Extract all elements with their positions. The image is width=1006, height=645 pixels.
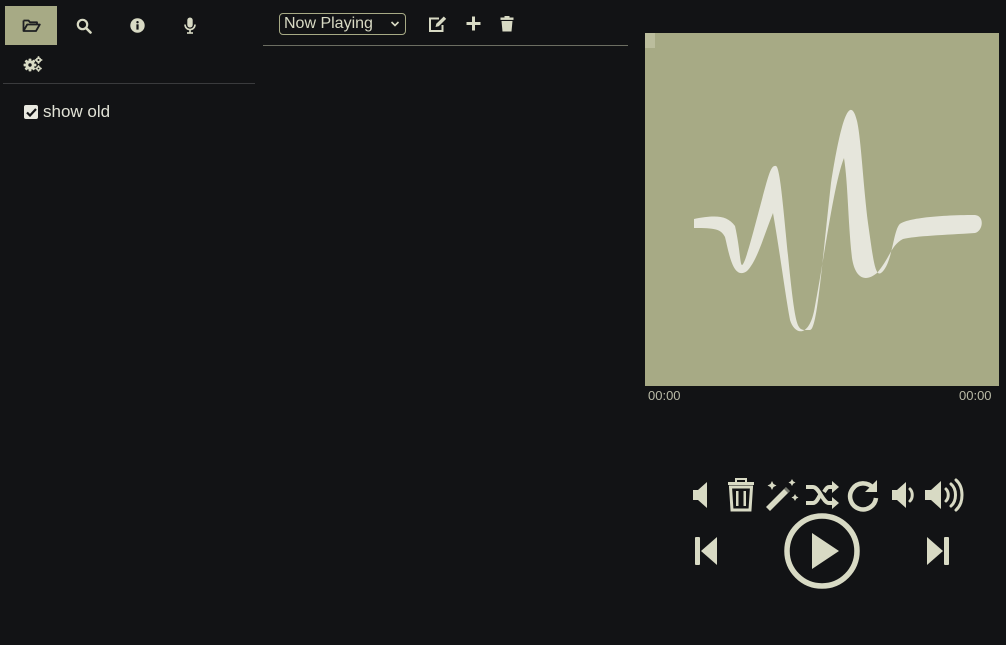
- waveform-icon: [645, 33, 999, 391]
- album-art: [645, 33, 999, 386]
- playlist-select-value: Now Playing: [284, 15, 373, 32]
- shuffle-icon[interactable]: [805, 481, 839, 514]
- chevron-down-icon: [390, 16, 400, 38]
- volume-down-icon[interactable]: [891, 480, 917, 515]
- checkbox-checked-icon[interactable]: [24, 105, 38, 119]
- tab-microphone[interactable]: [164, 6, 216, 45]
- sidebar-tabbar: [5, 6, 217, 45]
- search-icon: [76, 18, 92, 34]
- folder-open-icon: [22, 18, 41, 33]
- album-art-resize-handle[interactable]: [645, 33, 655, 48]
- show-old-label: show old: [43, 102, 111, 121]
- elapsed-time: 00:00: [648, 388, 681, 403]
- trash-icon[interactable]: [500, 16, 514, 37]
- trash-icon[interactable]: [727, 478, 755, 517]
- cogs-icon[interactable]: [23, 56, 43, 72]
- plus-icon[interactable]: [466, 16, 481, 36]
- tab-info[interactable]: [111, 6, 163, 45]
- playlist-select[interactable]: Now Playing: [279, 13, 406, 35]
- tab-search[interactable]: [58, 6, 110, 45]
- settings-row: [3, 45, 255, 84]
- info-icon: [129, 18, 145, 33]
- step-backward-icon[interactable]: [694, 536, 718, 571]
- playlist-toolbar: Now Playing: [263, 6, 628, 46]
- edit-icon[interactable]: [428, 16, 447, 38]
- volume-off-icon[interactable]: [692, 480, 712, 515]
- volume-up-icon[interactable]: [924, 478, 964, 517]
- play-circle-icon[interactable]: [783, 512, 861, 595]
- tab-browse[interactable]: [5, 6, 57, 45]
- microphone-icon: [184, 17, 196, 34]
- step-forward-icon[interactable]: [926, 536, 950, 571]
- duration-time: 00:00: [959, 388, 992, 403]
- show-old-toggle[interactable]: show old: [24, 102, 110, 122]
